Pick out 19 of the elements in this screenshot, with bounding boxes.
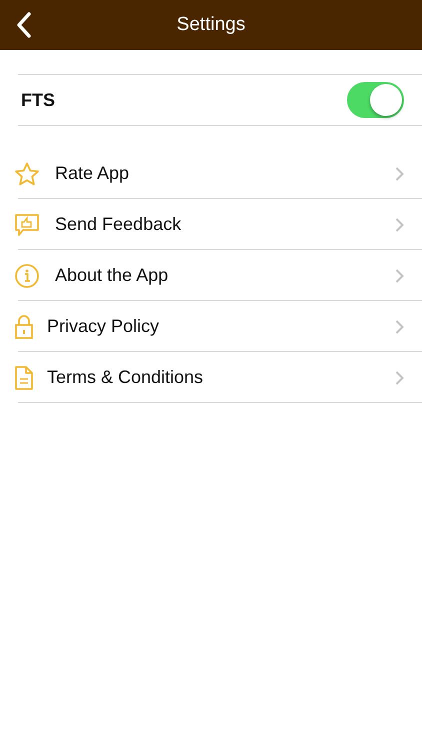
settings-item[interactable]: Rate App [0,148,422,199]
star-icon [14,162,40,186]
screen-title: Settings [176,14,246,36]
chevron-icon [395,217,404,232]
settings-item[interactable]: Send Feedback [0,199,422,250]
info-icon [14,262,40,288]
chevron-icon [395,268,404,283]
back-button[interactable] [14,12,34,38]
toggle-label: FTS [21,90,55,110]
settings-item[interactable]: About the App [0,250,422,301]
document-icon [14,364,34,390]
settings-item[interactable]: Terms & Conditions [0,352,422,403]
chevron-icon [395,370,404,385]
chevron-icon [395,319,404,334]
toggle-switch[interactable] [347,82,404,118]
feedback-icon [14,212,40,236]
settings-item[interactable]: Privacy Policy [0,301,422,352]
lock-icon [14,314,34,340]
chevron-icon [395,166,404,181]
